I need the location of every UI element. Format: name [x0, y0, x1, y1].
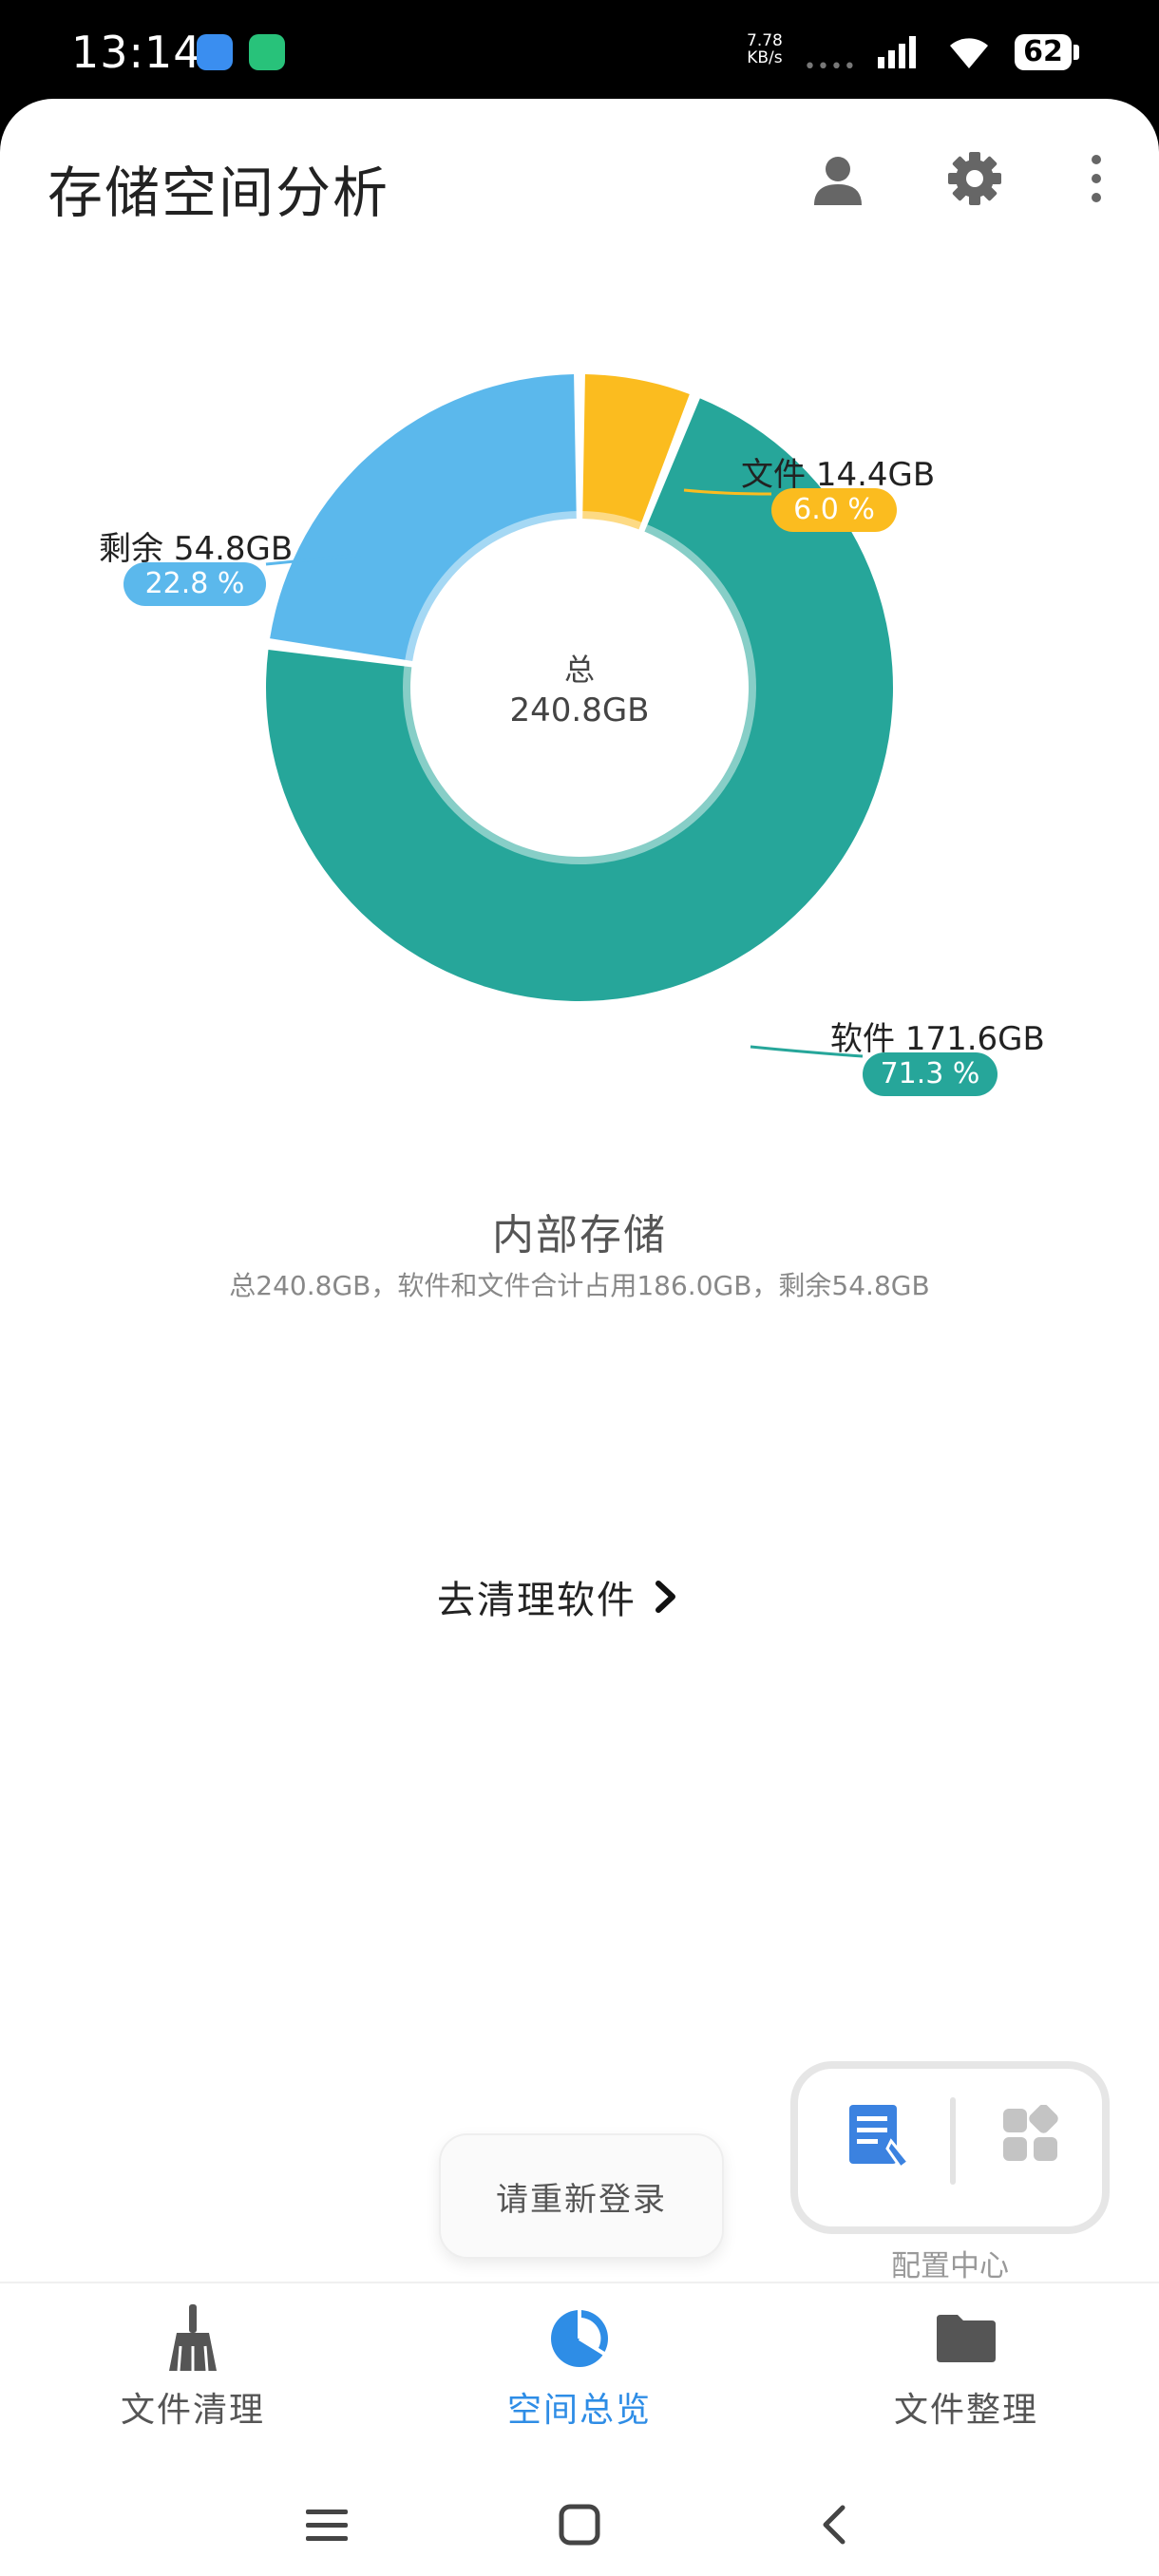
system-back-button[interactable] — [806, 2496, 863, 2553]
folder-icon — [937, 2315, 996, 2362]
status-bar: 13:14 7.78 KB/s •••• 62 — [0, 0, 1159, 100]
notification-app-icon — [197, 34, 233, 70]
storage-summary: 总240.8GB，软件和文件合计占用186.0GB，剩余54.8GB — [229, 1270, 930, 1301]
nav-item-file-clean[interactable]: 文件清理 — [50, 2302, 335, 2432]
network-speed-value: 7.78 — [747, 31, 783, 50]
slice-percent-badge-free: 22.8 % — [124, 562, 266, 606]
toast-message: 请重新登录 — [439, 2133, 724, 2259]
pie-chart-icon — [551, 2310, 608, 2367]
main-sheet: 存储空间分析 总 240.8GB 文件 14.4GB 6.0 % 剩余 54.8… — [0, 99, 1159, 2576]
document-clean-icon — [849, 2105, 911, 2170]
nav-label: 文件清理 — [120, 2391, 265, 2430]
config-center-caption: 配置中心 — [891, 2249, 1009, 2283]
notification-app-icon — [249, 34, 285, 70]
slice-percent-badge-files: 6.0 % — [771, 488, 897, 532]
app-grid-button[interactable] — [1001, 2104, 1060, 2168]
system-home-button[interactable] — [551, 2496, 608, 2553]
network-speed-unit: KB/s — [747, 48, 783, 67]
nav-label: 文件整理 — [893, 2391, 1038, 2430]
storage-donut-chart: 总 240.8GB 文件 14.4GB 6.0 % 剩余 54.8GB 22.8… — [0, 327, 1159, 1144]
system-nav-bar — [0, 2473, 1159, 2576]
user-button[interactable] — [804, 144, 872, 213]
mobile-data-dots-icon: •••• — [804, 55, 857, 79]
battery-icon: 62 — [1015, 34, 1072, 70]
slice-percent-badge-apps: 71.3 % — [863, 1052, 998, 1096]
signal-icon — [878, 36, 916, 68]
config-center-panel — [790, 2061, 1110, 2234]
settings-button[interactable] — [940, 144, 1009, 213]
user-icon — [814, 157, 862, 205]
back-chevron-icon — [823, 2505, 846, 2545]
chevron-right-icon — [656, 1581, 675, 1613]
page-title: 存储空间分析 — [48, 161, 390, 225]
chart-center-value: 240.8GB — [509, 691, 650, 729]
battery-tip — [1074, 45, 1079, 60]
nav-item-file-organize[interactable]: 文件整理 — [824, 2302, 1109, 2432]
clean-apps-link[interactable]: 去清理软件 — [437, 1563, 678, 1630]
storage-title: 内部存储 — [492, 1211, 667, 1260]
system-menu-button[interactable] — [298, 2496, 355, 2553]
status-time: 13:14 — [71, 27, 202, 78]
gear-icon — [948, 152, 1001, 205]
chart-center-title: 总 — [563, 652, 595, 688]
nav-label: 空间总览 — [506, 2391, 652, 2430]
nav-item-space-overview[interactable]: 空间总览 — [437, 2302, 722, 2432]
wifi-icon — [950, 38, 988, 68]
clean-document-button[interactable] — [846, 2103, 912, 2173]
bottom-nav: 文件清理 空间总览 文件整理 — [0, 2282, 1159, 2473]
menu-icon — [306, 2510, 348, 2541]
more-options-button[interactable] — [1062, 144, 1130, 213]
clean-apps-label: 去清理软件 — [437, 1579, 636, 1622]
network-speed: 7.78 KB/s — [747, 32, 783, 66]
config-divider — [950, 2097, 956, 2185]
app-grid-icon — [1003, 2104, 1058, 2161]
broom-icon — [169, 2304, 217, 2372]
more-vert-icon — [1092, 155, 1101, 202]
home-square-icon — [559, 2504, 600, 2546]
